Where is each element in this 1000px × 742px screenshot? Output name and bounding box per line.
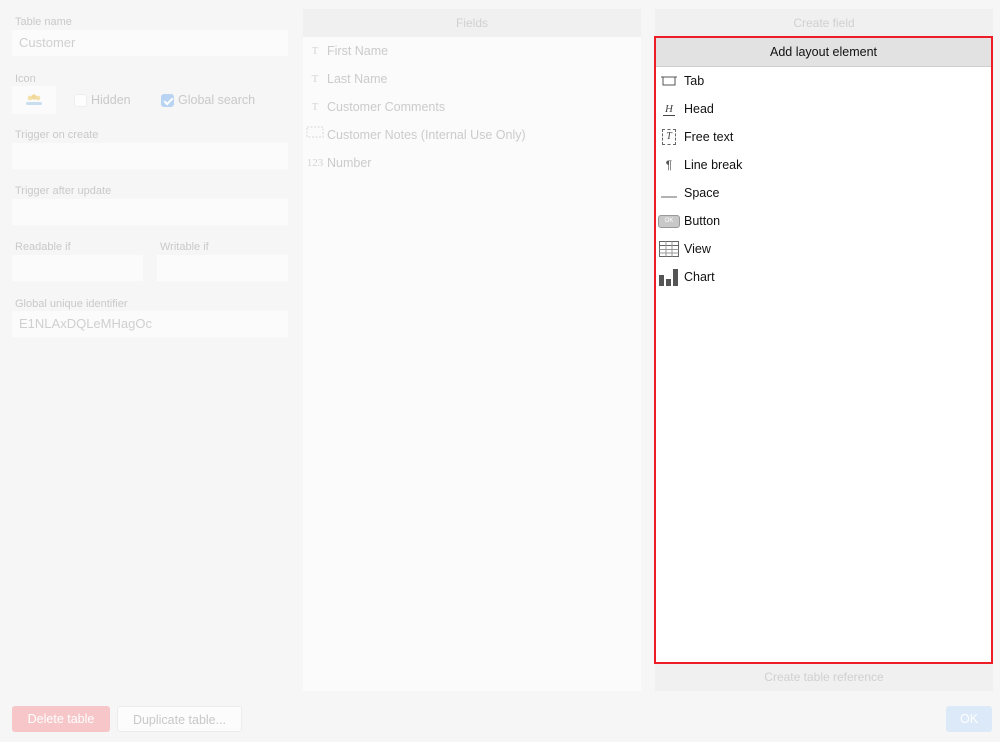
text-field-icon: T xyxy=(311,45,319,57)
people-icon xyxy=(26,94,42,105)
hidden-checkbox[interactable]: Hidden xyxy=(74,93,131,107)
fields-panel: Fields T First Name T Last Name T Custom… xyxy=(303,9,641,691)
layout-item-space[interactable]: Space xyxy=(656,179,991,207)
trigger-update-input[interactable] xyxy=(12,199,288,225)
guid-input[interactable]: E1NLAxDQLeMHagOc xyxy=(12,311,288,337)
view-icon xyxy=(656,239,682,259)
layout-item-head[interactable]: H Head xyxy=(656,95,991,123)
duplicate-table-button[interactable]: Duplicate table... xyxy=(117,706,242,732)
head-icon: H xyxy=(663,102,675,116)
field-label: Customer Notes (Internal Use Only) xyxy=(327,128,526,142)
delete-table-button[interactable]: Delete table xyxy=(12,706,110,732)
field-label: First Name xyxy=(327,44,389,58)
layout-item-chart[interactable]: Chart xyxy=(656,263,991,291)
tab-icon xyxy=(656,71,682,91)
layout-item-label: Button xyxy=(684,214,721,228)
field-label: Customer Comments xyxy=(327,100,446,114)
space-icon xyxy=(656,183,682,203)
layout-item-free-text[interactable]: T Free text xyxy=(656,123,991,151)
layout-item-label: Tab xyxy=(684,74,705,88)
global-search-label: Global search xyxy=(178,93,256,107)
layout-item-label: View xyxy=(684,242,711,256)
number-field-icon: 123 xyxy=(306,157,324,169)
hidden-check-box[interactable] xyxy=(74,93,87,107)
field-label: Last Name xyxy=(327,72,388,86)
field-row[interactable]: 123 Number xyxy=(303,149,641,177)
line-break-icon: ¶ xyxy=(665,158,673,172)
layout-item-label: Line break xyxy=(684,158,743,172)
create-table-reference-button[interactable]: Create table reference xyxy=(655,663,993,691)
layout-item-line-break[interactable]: ¶ Line break xyxy=(656,151,991,179)
layout-item-tab[interactable]: Tab xyxy=(656,67,991,95)
icon-label: Icon xyxy=(15,73,36,85)
layout-item-label: Free text xyxy=(684,130,734,144)
table-icon-picker[interactable] xyxy=(12,86,56,114)
add-layout-element-popup: Add layout element Tab H Head T Free tex… xyxy=(654,36,993,664)
field-row[interactable]: T Customer Comments xyxy=(303,93,641,121)
layout-item-label: Chart xyxy=(684,270,715,284)
field-row[interactable]: T Last Name xyxy=(303,65,641,93)
layout-item-button[interactable]: OK Button xyxy=(656,207,991,235)
multiline-text-icon xyxy=(303,121,327,149)
table-name-label: Table name xyxy=(15,16,72,28)
hidden-label: Hidden xyxy=(91,93,131,107)
ok-button[interactable]: OK xyxy=(946,706,992,732)
button-icon: OK xyxy=(656,211,682,231)
global-search-check-box[interactable] xyxy=(161,93,174,107)
trigger-update-label: Trigger after update xyxy=(15,185,112,197)
writable-if-label: Writable if xyxy=(160,241,209,253)
readable-if-input[interactable] xyxy=(12,255,143,281)
writable-if-input[interactable] xyxy=(157,255,288,281)
free-text-icon: T xyxy=(656,127,682,147)
layout-item-view[interactable]: View xyxy=(656,235,991,263)
text-field-icon: T xyxy=(311,101,319,113)
fields-header: Fields xyxy=(303,9,641,37)
trigger-create-input[interactable] xyxy=(12,143,288,169)
global-search-checkbox[interactable]: Global search xyxy=(161,93,255,107)
trigger-create-label: Trigger on create xyxy=(15,129,99,141)
readable-if-label: Readable if xyxy=(15,241,71,253)
table-name-input[interactable]: Customer xyxy=(12,30,288,56)
layout-item-label: Head xyxy=(684,102,714,116)
create-field-header[interactable]: Create field xyxy=(655,9,993,37)
chart-icon xyxy=(656,267,682,287)
field-label: Number xyxy=(327,156,372,170)
popup-title: Add layout element xyxy=(656,38,991,67)
text-field-icon: T xyxy=(311,73,319,85)
field-row[interactable]: Customer Notes (Internal Use Only) xyxy=(303,121,641,149)
guid-label: Global unique identifier xyxy=(15,298,128,310)
field-row[interactable]: T First Name xyxy=(303,37,641,65)
layout-item-label: Space xyxy=(684,186,720,200)
